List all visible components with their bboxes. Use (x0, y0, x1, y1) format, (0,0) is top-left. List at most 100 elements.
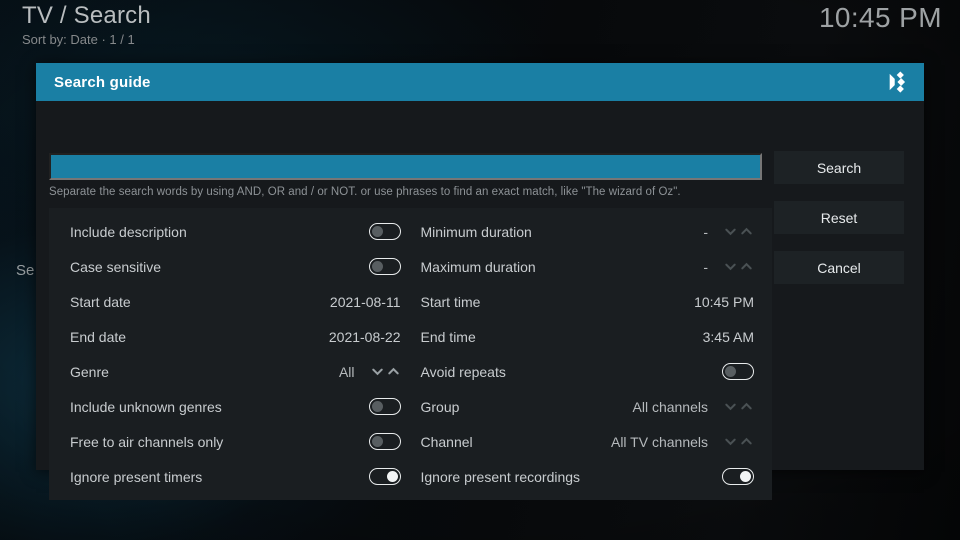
search-row: Separate the search words by using AND, … (49, 153, 762, 198)
setting-value: All channels (632, 398, 709, 415)
dialog-action-buttons: Search Reset Cancel (774, 151, 904, 301)
background-list-item: Se (16, 262, 35, 279)
setting-control (722, 468, 754, 485)
setting-control (722, 363, 754, 380)
setting-value: 2021-08-11 (329, 293, 401, 310)
setting-label: End time (420, 328, 476, 345)
setting-control: - (703, 259, 754, 275)
cancel-button[interactable]: Cancel (774, 251, 904, 284)
toggle-switch[interactable] (722, 468, 754, 485)
setting-row[interactable]: Include description (70, 214, 401, 249)
spinner-arrows[interactable] (720, 224, 754, 239)
chevron-down-icon[interactable] (723, 399, 738, 414)
setting-label: End date (70, 328, 127, 345)
setting-label: Include description (70, 223, 187, 240)
chevron-up-icon[interactable] (739, 434, 754, 449)
chevron-down-icon[interactable] (723, 434, 738, 449)
setting-label: Start time (420, 293, 481, 310)
setting-row[interactable]: Case sensitive (70, 249, 401, 284)
setting-label: Channel (420, 433, 473, 450)
page-header: TV / Search Sort by: Date · 1 / 1 (22, 2, 151, 49)
setting-label: Group (420, 398, 460, 415)
clock: 10:45 PM (818, 2, 942, 33)
toggle-switch[interactable] (368, 398, 401, 415)
chevron-down-icon[interactable] (723, 259, 738, 274)
setting-row[interactable]: Group All channels (421, 389, 755, 424)
setting-label: Ignore present timers (70, 468, 203, 485)
toggle-switch[interactable] (368, 258, 401, 275)
setting-value: All (338, 363, 355, 380)
setting-control: - (703, 224, 754, 240)
setting-label: Case sensitive (70, 258, 162, 275)
setting-value: All TV channels (610, 433, 708, 450)
page-title: TV / Search (22, 2, 151, 29)
dialog-titlebar: Search guide (36, 63, 924, 101)
settings-column-left: Include description Case sensitive Start d… (49, 208, 411, 500)
toggle-switch[interactable] (368, 223, 401, 240)
setting-control (368, 223, 401, 240)
setting-value: 10:45 PM (694, 293, 754, 310)
search-guide-dialog: Search guide Separate the search words b… (36, 63, 924, 500)
setting-row[interactable]: Start time 10:45 PM (421, 284, 755, 319)
setting-row[interactable]: Ignore present timers (70, 459, 401, 494)
setting-label: Avoid repeats (420, 363, 506, 380)
setting-control: All TV channels (611, 434, 754, 450)
chevron-down-icon[interactable] (723, 224, 738, 239)
chevron-up-icon[interactable] (739, 259, 754, 274)
spinner-arrows[interactable] (720, 434, 754, 449)
toggle-knob (371, 400, 383, 412)
setting-control (368, 398, 401, 415)
search-hint: Separate the search words by using AND, … (49, 186, 681, 198)
page-subtitle: Sort by: Date · 1 / 1 (22, 32, 135, 47)
setting-label: Start date (70, 293, 131, 310)
toggle-knob (371, 260, 383, 272)
chevron-up-icon[interactable] (739, 399, 754, 414)
reset-button[interactable]: Reset (774, 201, 904, 234)
setting-row[interactable]: Maximum duration - (421, 249, 755, 284)
setting-row[interactable]: Ignore present recordings (421, 459, 754, 494)
chevron-down-icon[interactable] (370, 364, 385, 379)
toggle-knob (371, 435, 383, 447)
setting-control (368, 468, 401, 485)
search-button[interactable]: Search (774, 151, 904, 184)
setting-value: 3:45 AM (702, 328, 754, 345)
setting-label: Minimum duration (420, 223, 532, 240)
setting-value: 2021-08-22 (328, 328, 401, 345)
setting-row[interactable]: Start date 2021-08-11 (70, 284, 401, 319)
setting-row[interactable]: Free to air channels only (70, 424, 401, 459)
setting-label: Include unknown genres (70, 398, 222, 415)
setting-control (368, 258, 401, 275)
toggle-knob (386, 470, 398, 482)
chevron-up-icon[interactable] (386, 364, 401, 379)
spinner-arrows[interactable] (720, 399, 754, 414)
toggle-knob (725, 365, 736, 377)
spinner-arrows[interactable] (720, 259, 754, 274)
toggle-switch[interactable] (368, 468, 401, 485)
setting-row[interactable]: End date 2021-08-22 (70, 319, 401, 354)
toggle-knob (740, 470, 751, 482)
setting-control (368, 433, 401, 450)
setting-control: 2021-08-11 (330, 294, 401, 310)
settings-column-right: Minimum duration - Maximum duration - Start … (411, 208, 773, 500)
kodi-logo-icon (889, 71, 906, 93)
spinner-arrows[interactable] (367, 364, 401, 379)
toggle-switch[interactable] (368, 433, 401, 450)
setting-control: 10:45 PM (694, 294, 754, 310)
setting-value: - (703, 258, 708, 275)
setting-label: Maximum duration (420, 258, 536, 275)
search-input[interactable] (49, 153, 762, 180)
setting-row[interactable]: End time 3:45 AM (421, 319, 755, 354)
setting-label: Free to air channels only (70, 433, 224, 450)
setting-control: 3:45 AM (703, 329, 754, 345)
chevron-up-icon[interactable] (739, 224, 754, 239)
toggle-knob (371, 225, 383, 237)
settings-list-panel: Include description Case sensitive Start d… (49, 208, 772, 500)
setting-row[interactable]: Avoid repeats (420, 354, 754, 389)
toggle-switch[interactable] (722, 363, 754, 380)
setting-row[interactable]: Minimum duration - (421, 214, 755, 249)
setting-row[interactable]: Channel All TV channels (421, 424, 755, 459)
setting-row[interactable]: Genre All (70, 354, 401, 389)
setting-value: - (703, 223, 708, 240)
setting-label: Genre (70, 363, 109, 380)
setting-row[interactable]: Include unknown genres (70, 389, 401, 424)
